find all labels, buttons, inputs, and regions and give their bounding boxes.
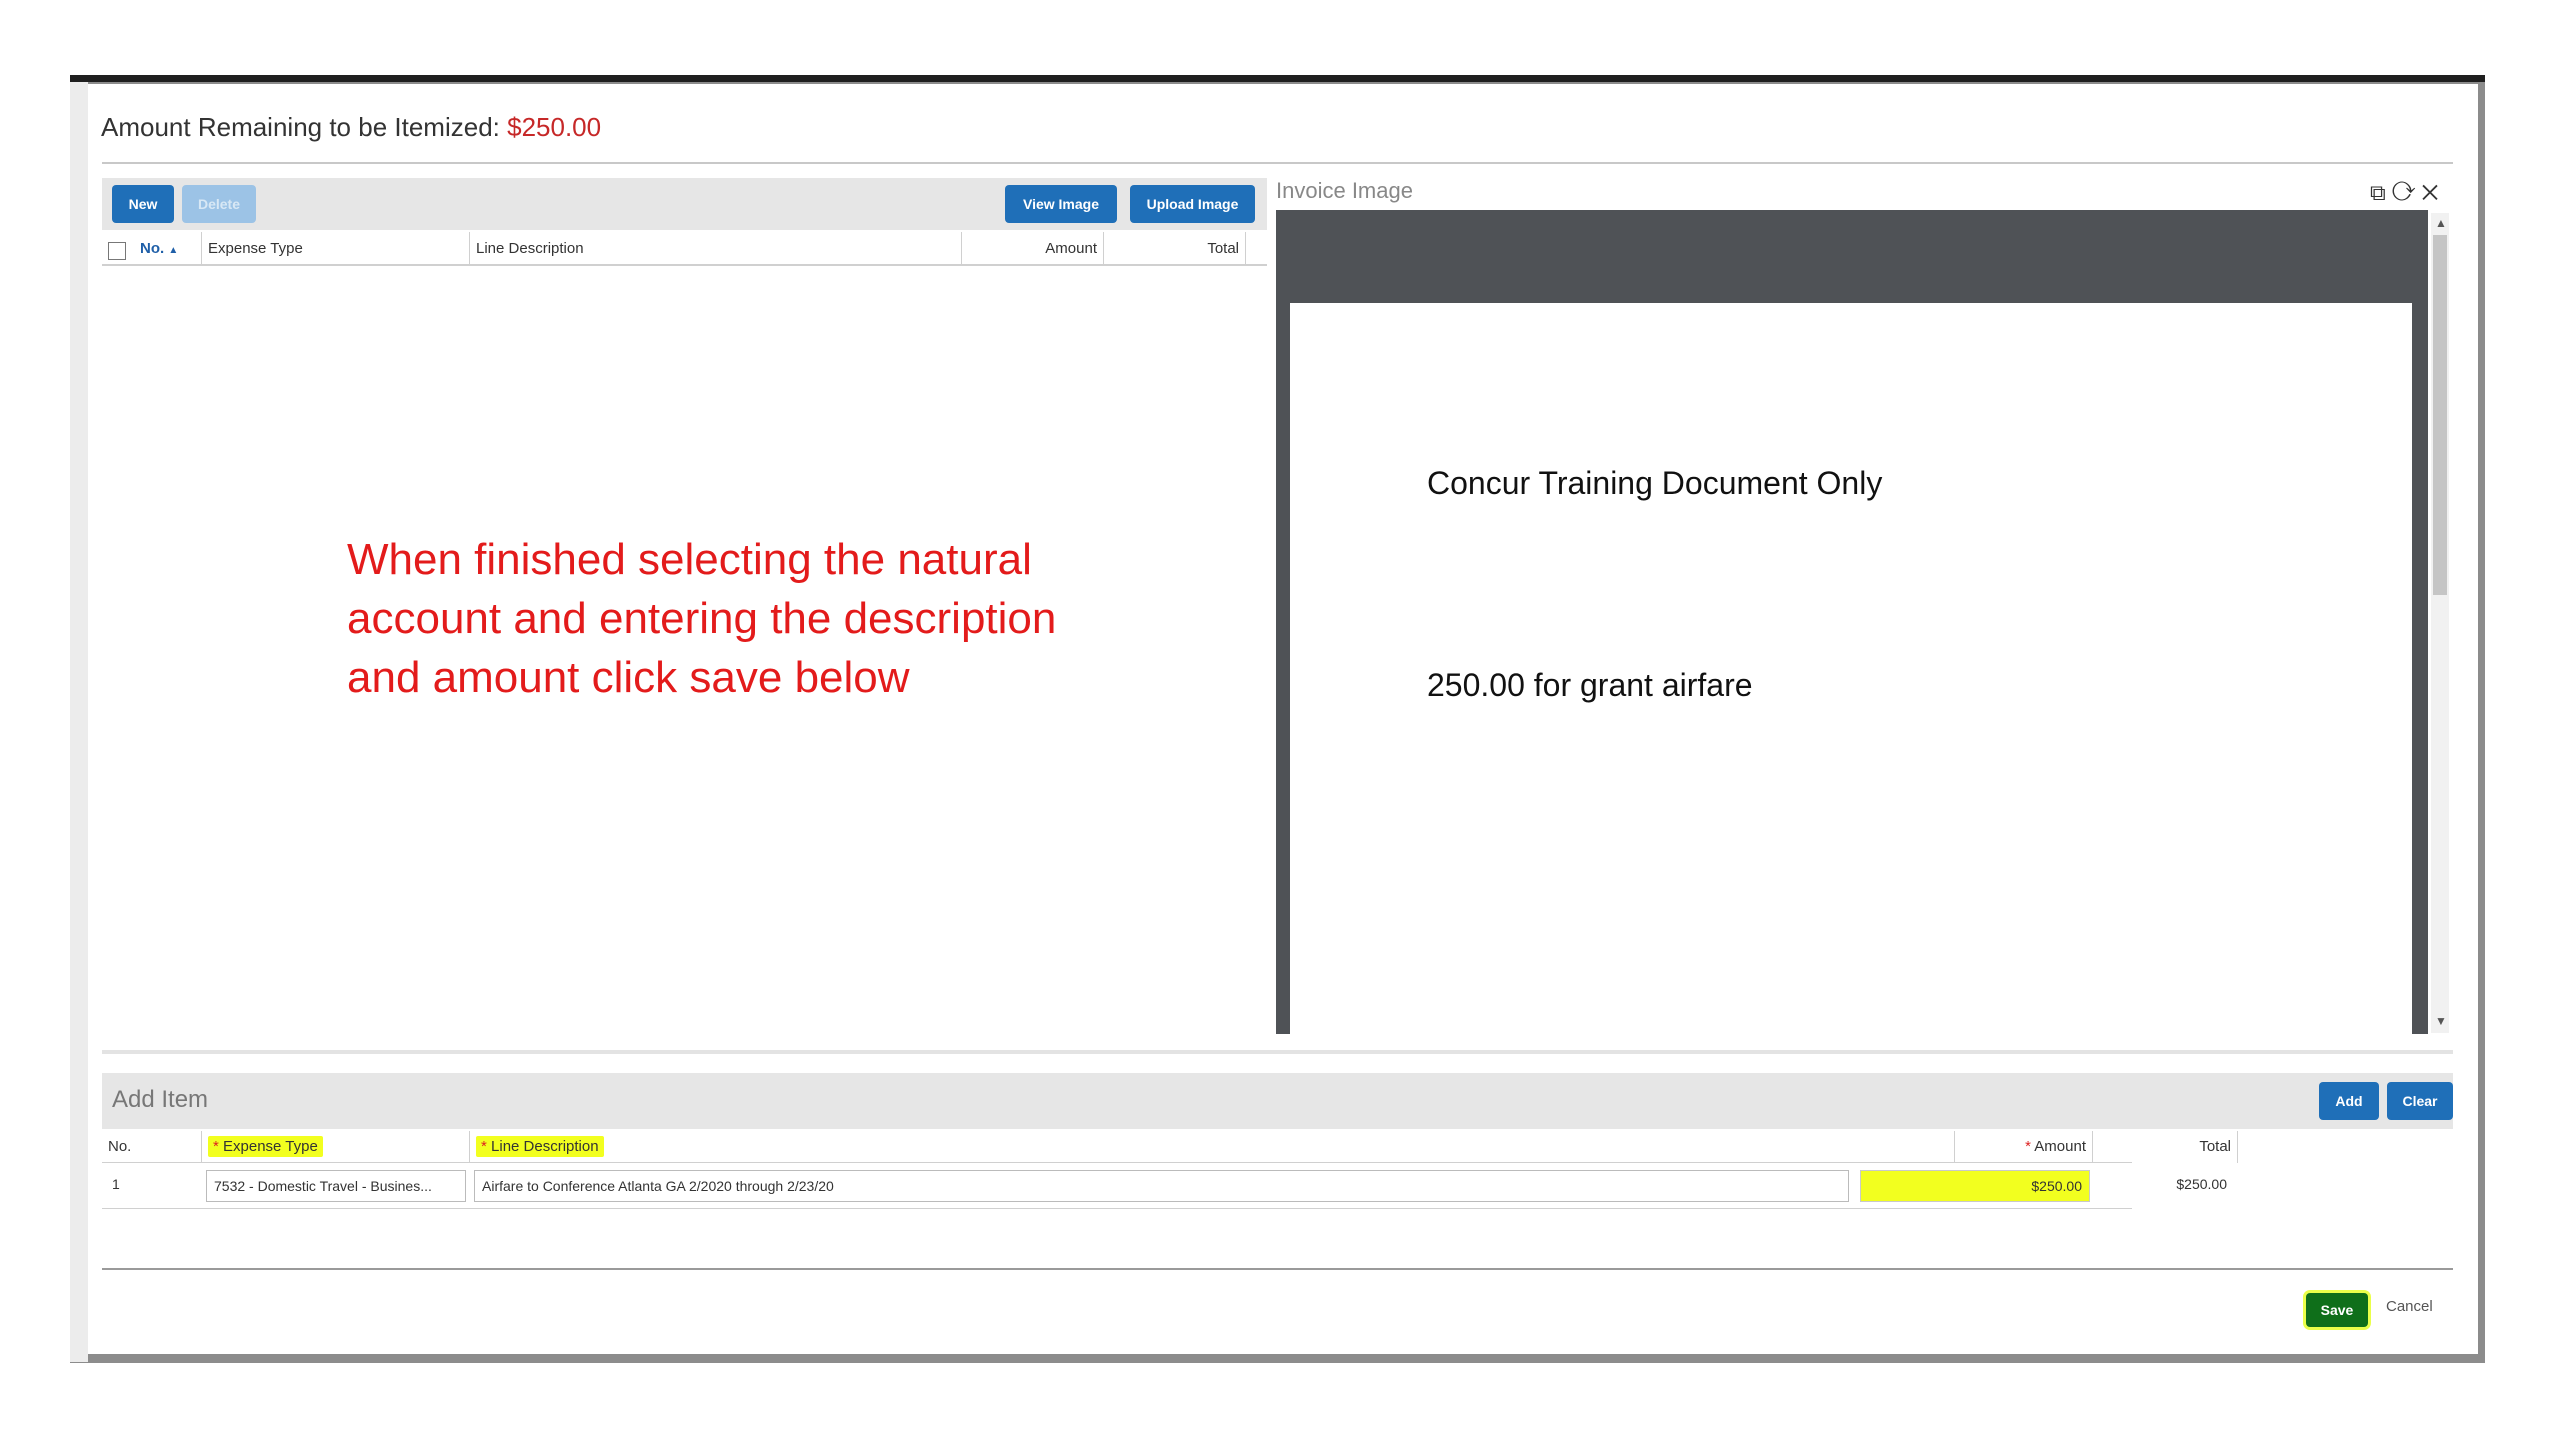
add-column-total: Total	[2093, 1131, 2238, 1163]
amount-remaining-label: Amount Remaining to be Itemized:	[101, 112, 500, 142]
add-item-row: 1 7532 - Domestic Travel - Busines... Ai…	[102, 1163, 2227, 1209]
sort-asc-icon: ▲	[168, 245, 179, 256]
upload-image-button[interactable]: Upload Image	[1130, 185, 1255, 223]
delete-button[interactable]: Delete	[182, 185, 256, 223]
save-button[interactable]: Save	[2306, 1293, 2368, 1327]
footer-divider	[102, 1268, 2453, 1270]
add-column-line-description: * Line Description	[470, 1131, 1955, 1163]
add-button[interactable]: Add	[2319, 1082, 2379, 1120]
invoice-controls: ⧉ ⟳ ✕	[2370, 180, 2438, 206]
column-expense-type[interactable]: Expense Type	[202, 232, 470, 266]
add-row-total: $250.00	[2176, 1176, 2227, 1192]
amount-field[interactable]: $250.00	[1860, 1170, 2090, 1202]
scroll-up-icon[interactable]: ▲	[2435, 216, 2447, 230]
view-image-button[interactable]: View Image	[1005, 185, 1117, 223]
add-item-title: Add Item	[112, 1086, 209, 1113]
close-icon[interactable]: ✕	[2422, 180, 2439, 205]
column-no[interactable]: No. ▲	[102, 232, 202, 266]
column-line-description[interactable]: Line Description	[470, 232, 962, 266]
itemization-grid-header: No. ▲ Expense Type Line Description Amou…	[102, 232, 1267, 266]
refresh-icon[interactable]: ⟳	[2392, 180, 2416, 205]
add-column-no: No.	[102, 1131, 202, 1163]
maximize-icon[interactable]: ⧉	[2370, 180, 2386, 205]
section-separator	[102, 1050, 2453, 1054]
column-no-label: No.	[140, 240, 165, 257]
invoice-doc-line-1: Concur Training Document Only	[1427, 465, 1883, 501]
invoice-scrollbar-thumb[interactable]	[2433, 235, 2447, 595]
amount-remaining-value: $250.00	[507, 112, 602, 142]
window-top-bar	[70, 75, 2485, 82]
add-item-bar	[102, 1073, 2453, 1129]
invoice-doc-line-2: 250.00 for grant airfare	[1427, 667, 1753, 703]
invoice-image-title: Invoice Image	[1276, 178, 1413, 203]
expense-type-field[interactable]: 7532 - Domestic Travel - Busines...	[206, 1170, 466, 1202]
add-item-grid-header: No. * Expense Type * Line Description * …	[102, 1131, 2238, 1163]
add-row-no: 1	[112, 1176, 120, 1192]
line-description-field[interactable]: Airfare to Conference Atlanta GA 2/2020 …	[474, 1170, 1849, 1202]
header-divider	[102, 162, 2453, 164]
select-all-checkbox[interactable]	[108, 242, 126, 260]
new-button[interactable]: New	[112, 185, 174, 223]
background-page-peek	[70, 82, 88, 1362]
amount-remaining: Amount Remaining to be Itemized: $250.00	[101, 112, 601, 143]
column-total[interactable]: Total	[1104, 232, 1246, 266]
add-column-amount: * Amount	[1955, 1131, 2093, 1163]
add-column-expense-type: * Expense Type	[202, 1131, 470, 1163]
instruction-annotation: When finished selecting the natural acco…	[347, 535, 1057, 702]
cancel-button[interactable]: Cancel	[2386, 1298, 2433, 1315]
clear-button[interactable]: Clear	[2387, 1082, 2453, 1120]
scroll-down-icon[interactable]: ▼	[2435, 1014, 2447, 1028]
column-amount[interactable]: Amount	[962, 232, 1104, 266]
